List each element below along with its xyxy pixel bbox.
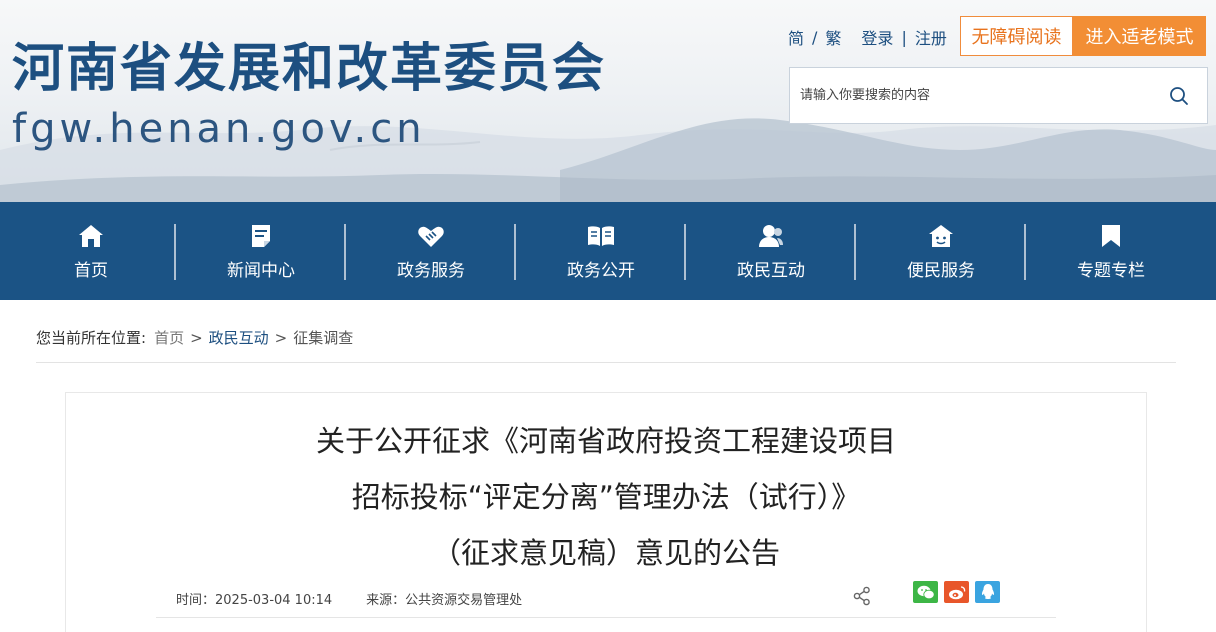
elder-mode-button[interactable]: 进入适老模式: [1073, 16, 1206, 56]
article-panel: 关于公开征求《河南省政府投资工程建设项目 招标投标“评定分离”管理办法（试行）》…: [65, 392, 1147, 632]
breadcrumb-survey[interactable]: 征集调查: [293, 327, 353, 348]
article-title-line: （征求意见稿）意见的公告: [431, 536, 780, 570]
news-icon: [247, 222, 275, 250]
site-title[interactable]: 河南省发展和改革委员会: [12, 26, 606, 101]
divider: [36, 362, 1176, 363]
handshake-icon: [417, 222, 445, 250]
nav-item-home[interactable]: 首页: [6, 202, 176, 300]
breadcrumb-home[interactable]: 首页: [154, 327, 184, 348]
search-box: [789, 67, 1208, 124]
breadcrumb: 您当前所在位置: 首页 > 政民互动 > 征集调查: [36, 327, 353, 348]
nav-label: 政务服务: [397, 260, 465, 281]
divider: [156, 617, 1056, 618]
nav-item-gov-services[interactable]: 政务服务: [346, 202, 516, 300]
social-share: [913, 581, 1006, 603]
nav-item-gov-open[interactable]: 政务公开: [516, 202, 686, 300]
login-link[interactable]: 登录: [861, 25, 893, 49]
breadcrumb-separator: >: [274, 328, 288, 347]
top-links: 简 / 繁 登录 | 注册: [788, 25, 947, 49]
article-meta: 时间：2025-03-04 10:14 来源：公共资源交易管理处: [176, 589, 522, 608]
breadcrumb-separator: >: [190, 328, 203, 347]
article-source: 来源：公共资源交易管理处: [366, 593, 523, 608]
weibo-icon[interactable]: [944, 581, 969, 603]
search-icon: [1170, 86, 1188, 105]
nav-label: 政务公开: [567, 260, 635, 281]
divider: |: [901, 27, 907, 47]
nav-label: 便民服务: [907, 260, 975, 281]
bookmark-icon: [1097, 222, 1125, 250]
nav-item-news[interactable]: 新闻中心: [176, 202, 346, 300]
article-title-line: 招标投标“评定分离”管理办法（试行）》: [351, 480, 861, 514]
main-nav: 首页 新闻中心 政务服务 政务公开 政民互动 便民服务 专题专栏: [0, 202, 1216, 300]
search-input[interactable]: [790, 68, 1151, 123]
nav-label: 政民互动: [737, 260, 805, 281]
search-button[interactable]: [1151, 68, 1207, 123]
nav-item-interaction[interactable]: 政民互动: [686, 202, 856, 300]
breadcrumb-interaction[interactable]: 政民互动: [209, 327, 269, 348]
share-icon[interactable]: [852, 586, 872, 610]
home-icon: [77, 222, 105, 250]
site-header: 河南省发展和改革委员会 fgw.henan.gov.cn 简 / 繁 登录 | …: [0, 0, 1216, 202]
register-link[interactable]: 注册: [915, 25, 947, 49]
nav-item-convenience[interactable]: 便民服务: [856, 202, 1026, 300]
accessibility-button[interactable]: 无障碍阅读: [960, 16, 1073, 56]
publish-time: 时间：2025-03-04 10:14: [176, 593, 333, 608]
open-book-icon: [587, 222, 615, 250]
lang-traditional-link[interactable]: 繁: [825, 25, 841, 49]
nav-item-special-topics[interactable]: 专题专栏: [1026, 202, 1196, 300]
article-title: 关于公开征求《河南省政府投资工程建设项目 招标投标“评定分离”管理办法（试行）》…: [66, 413, 1146, 581]
nav-label: 专题专栏: [1077, 260, 1145, 281]
nav-label: 新闻中心: [227, 260, 295, 281]
house-smile-icon: [927, 222, 955, 250]
wechat-icon[interactable]: [913, 581, 938, 603]
nav-label: 首页: [74, 260, 108, 281]
lang-simplified-link[interactable]: 简: [788, 25, 804, 49]
article-title-line: 关于公开征求《河南省政府投资工程建设项目: [315, 424, 896, 458]
qq-icon[interactable]: [975, 581, 1000, 603]
divider: /: [812, 27, 818, 47]
site-domain: fgw.henan.gov.cn: [12, 106, 426, 152]
breadcrumb-prefix: 您当前所在位置:: [36, 329, 147, 347]
user-icon: [757, 222, 785, 250]
